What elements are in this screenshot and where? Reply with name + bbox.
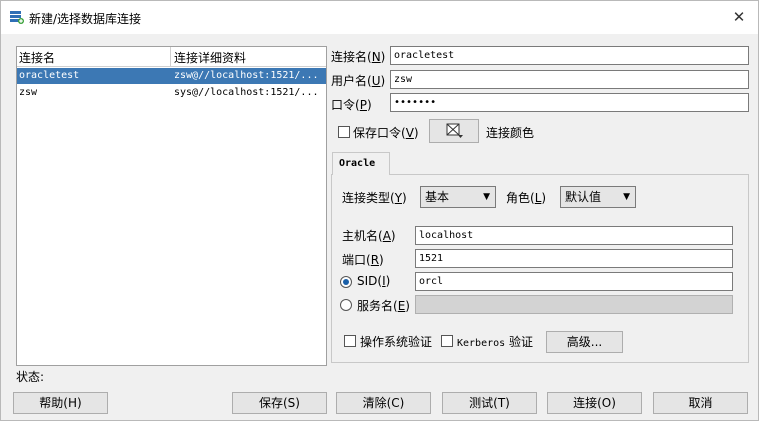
os-auth-checkbox[interactable] (344, 335, 356, 347)
conn-type-label: 连接类型(Y) (342, 191, 407, 205)
column-divider[interactable] (170, 47, 171, 66)
list-header: 连接名 连接详细资料 (17, 47, 326, 67)
kerberos-checkbox[interactable] (441, 335, 453, 347)
chevron-down-icon: ▼ (483, 192, 490, 202)
role-label: 角色(L) (506, 191, 547, 205)
host-input[interactable]: localhost (415, 226, 733, 245)
sid-label: SID(I) (357, 274, 391, 288)
connection-list[interactable]: 连接名 连接详细资料 oracletest zsw@//localhost:15… (16, 46, 327, 366)
tab-oracle[interactable]: Oracle (332, 152, 390, 175)
color-picker-icon (446, 123, 463, 138)
sid-radio[interactable] (340, 276, 352, 288)
username-label: 用户名(U) (331, 74, 386, 88)
row-details: zsw@//localhost:1521/... (174, 70, 319, 81)
window-title: 新建/选择数据库连接 (29, 12, 142, 26)
advanced-button[interactable]: 高级... (546, 331, 623, 353)
connect-button[interactable]: 连接(O) (547, 392, 642, 414)
row-name: zsw (19, 87, 38, 98)
clear-button[interactable]: 清除(C) (336, 392, 431, 414)
status-label: 状态: (16, 370, 45, 384)
row-details: sys@//localhost:1521/... (174, 87, 319, 98)
role-value: 默认值 (565, 190, 602, 204)
username-input[interactable]: zsw (390, 70, 749, 89)
conn-type-value: 基本 (425, 190, 450, 204)
chevron-down-icon: ▼ (623, 192, 630, 202)
connection-color-button[interactable] (429, 119, 479, 143)
cancel-button[interactable]: 取消 (653, 392, 748, 414)
conn-type-select[interactable]: 基本 ▼ (420, 186, 496, 208)
os-auth-label: 操作系统验证 (360, 335, 433, 349)
port-label: 端口(R) (342, 253, 384, 267)
title-bar: 新建/选择数据库连接 ✕ (1, 1, 758, 34)
save-password-label: 保存口令(V) (353, 126, 419, 140)
kerberos-label: Kerberos 验证 (457, 335, 533, 349)
conn-name-input[interactable]: oracletest (390, 46, 749, 65)
row-name: oracletest (19, 70, 80, 81)
save-password-checkbox[interactable] (338, 126, 350, 138)
help-button[interactable]: 帮助(H) (13, 392, 108, 414)
password-label: 口令(P) (331, 98, 372, 112)
list-row-oracletest[interactable]: oracletest zsw@//localhost:1521/... (17, 68, 326, 84)
service-name-input[interactable] (415, 295, 733, 314)
service-name-radio[interactable] (340, 299, 352, 311)
list-row-zsw[interactable]: zsw sys@//localhost:1521/... (17, 85, 326, 101)
conn-name-label: 连接名(N) (331, 50, 386, 64)
close-icon: ✕ (732, 8, 746, 26)
service-name-label: 服务名(E) (357, 299, 410, 313)
port-input[interactable]: 1521 (415, 249, 733, 268)
host-label: 主机名(A) (342, 229, 396, 243)
database-connection-icon (10, 11, 24, 24)
save-button[interactable]: 保存(S) (232, 392, 327, 414)
role-select[interactable]: 默认值 ▼ (560, 186, 636, 208)
password-input[interactable]: ••••••• (390, 93, 749, 112)
connection-color-label: 连接颜色 (486, 126, 535, 140)
sid-input[interactable]: orcl (415, 272, 733, 291)
connection-dialog: 新建/选择数据库连接 ✕ 连接名 连接详细资料 oracletest zsw@/… (0, 0, 759, 421)
column-header-name[interactable]: 连接名 (19, 49, 55, 66)
column-header-details[interactable]: 连接详细资料 (174, 49, 246, 66)
close-button[interactable]: ✕ (728, 7, 750, 27)
test-button[interactable]: 测试(T) (442, 392, 537, 414)
